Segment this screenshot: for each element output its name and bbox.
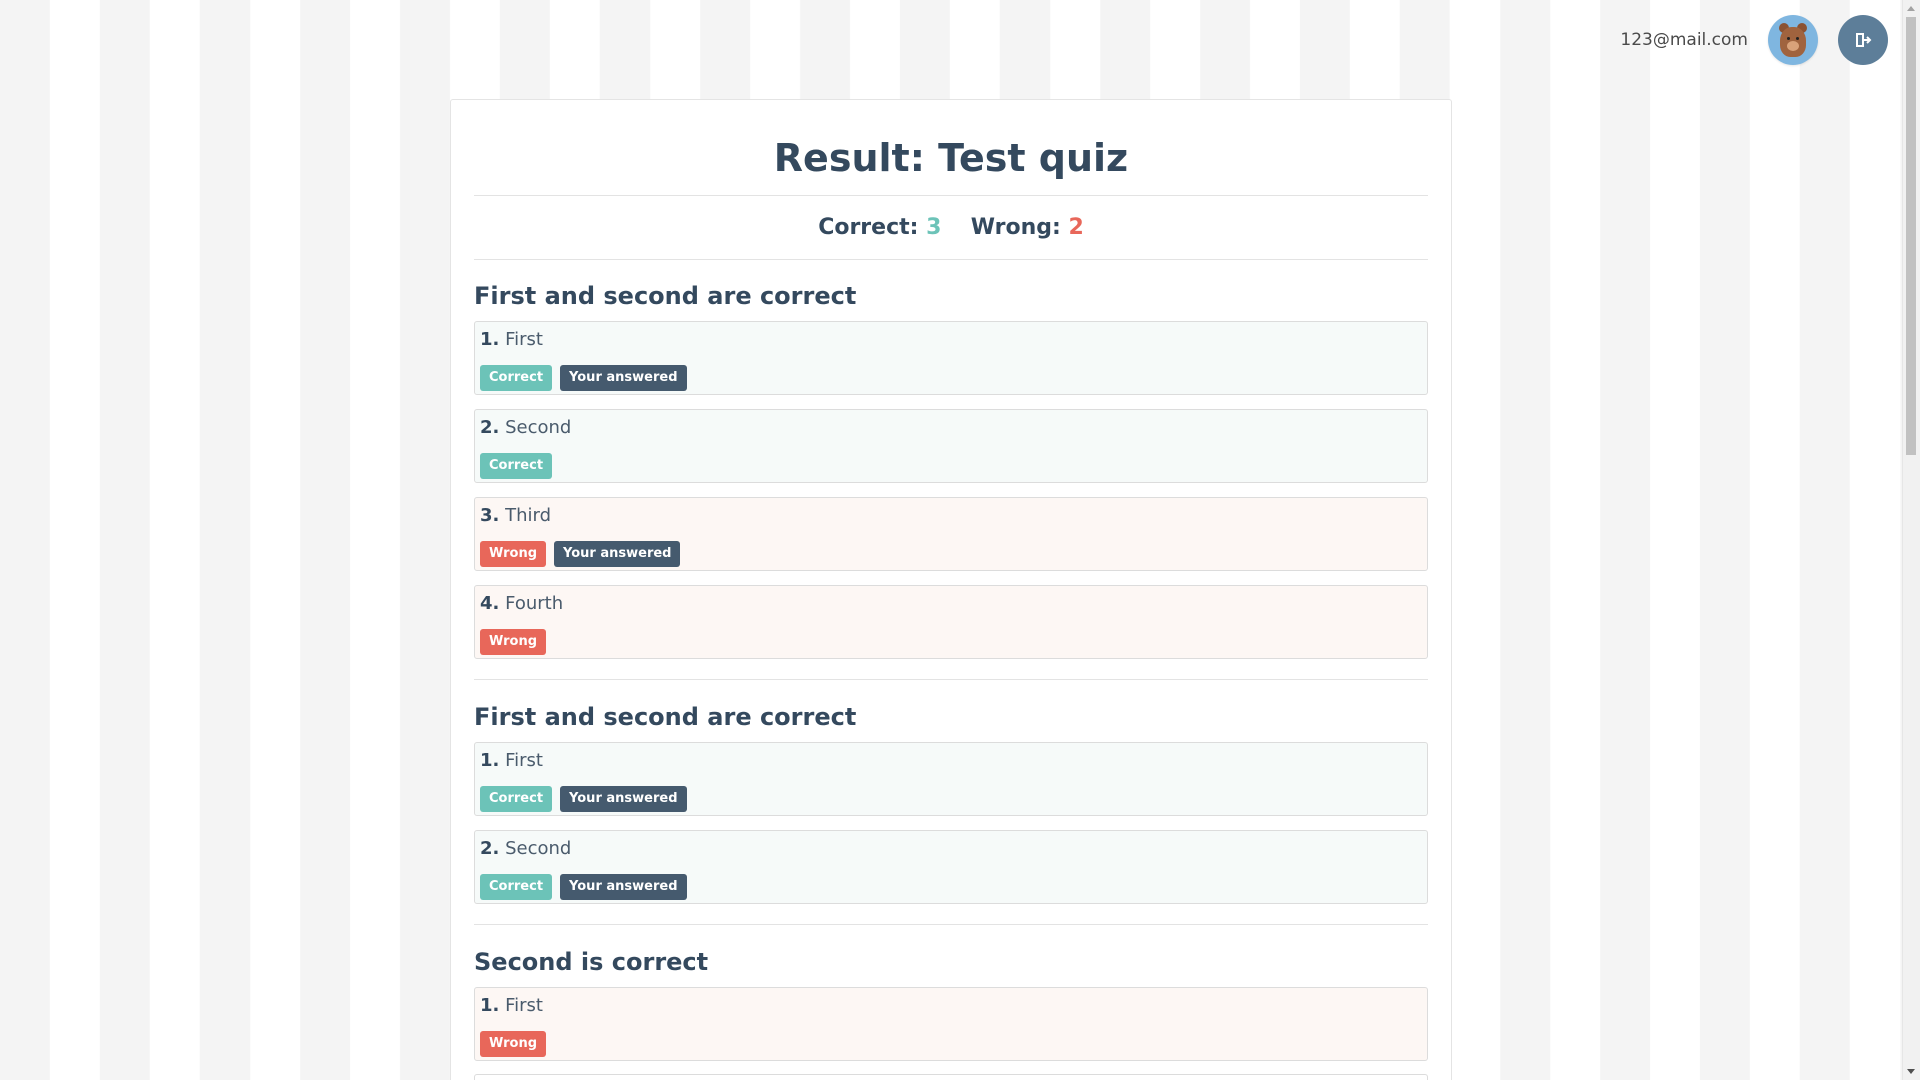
answer-label: Second [505,838,572,859]
answer-item: 1. First Correct Your answered [474,321,1428,395]
answer-label: First [505,995,543,1016]
answer-number: 2. [480,417,500,438]
question-block: First and second are correct 1. First Co… [474,280,1428,659]
question-title: First and second are correct [474,282,857,310]
answer-number: 1. [480,750,500,771]
answer-text: 1. First [480,750,1422,772]
score-summary: Correct: 3 Wrong: 2 [474,196,1428,259]
answer-item: 2. Second Correct [474,409,1428,483]
answer-item: 1. First Correct Your answered [474,742,1428,816]
wrong-badge: Wrong [480,1031,547,1057]
answer-text: 3. Third [480,505,1422,527]
answer-number: 4. [480,593,500,614]
answer-tags: Correct Your answered [480,874,1422,900]
your-answer-badge: Your answered [560,874,687,900]
answer-label: Third [505,505,552,526]
bear-muzzle [1787,41,1799,51]
divider [474,259,1428,260]
answer-label: Fourth [505,593,564,614]
answer-item [474,1074,1428,1080]
answer-text: 2. Second [480,838,1422,860]
your-answer-badge: Your answered [554,541,681,567]
scrollbar-thumb[interactable] [1906,17,1916,455]
answer-number: 2. [480,838,500,859]
question-block: Second is correct 1. First Wrong [474,946,1428,1080]
user-avatar[interactable] [1768,15,1818,65]
logout-button[interactable] [1838,15,1888,65]
your-answer-badge: Your answered [560,365,687,391]
question-title: First and second are correct [474,703,857,731]
correct-count: 3 [926,215,942,240]
your-answer-badge: Your answered [560,786,687,812]
answer-number: 1. [480,329,500,350]
answer-number: 3. [480,505,500,526]
answer-item: 1. First Wrong [474,987,1428,1061]
logout-icon [1856,33,1872,47]
correct-badge: Correct [480,453,553,479]
bear-eye-left [1787,37,1790,40]
answer-item: 3. Third Wrong Your answered [474,497,1428,571]
answer-tags: Wrong [480,629,1422,655]
wrong-label: Wrong: [970,215,1061,240]
answer-item: 4. Fourth Wrong [474,585,1428,659]
answer-label: Second [505,417,572,438]
answer-tags: Wrong Your answered [480,541,1422,567]
answer-text: 1. First [480,329,1422,351]
correct-badge: Correct [480,874,553,900]
answer-text: 4. Fourth [480,593,1422,615]
scroll-down-icon[interactable] [1907,1069,1915,1074]
correct-label: Correct: [818,215,919,240]
answer-label: First [505,750,543,771]
wrong-badge: Wrong [480,541,547,567]
answer-number: 1. [480,995,500,1016]
user-email: 123@mail.com [1620,30,1748,50]
result-card: Result: Test quiz Correct: 3 Wrong: 2 Fi… [450,99,1452,1080]
answer-tags: Correct [480,453,1422,479]
bear-eye-right [1796,37,1799,40]
wrong-badge: Wrong [480,629,547,655]
user-bar: 123@mail.com [1620,15,1888,65]
page-scrollbar[interactable] [1902,0,1920,1080]
page-title: Result: Test quiz [773,136,1129,180]
divider [474,924,1428,925]
answer-text: 2. Second [480,417,1422,439]
answer-tags: Wrong [480,1031,1422,1057]
divider [474,679,1428,680]
answer-text: 1. First [480,995,1422,1017]
scroll-up-icon[interactable] [1907,6,1915,11]
question-title: Second is correct [474,948,709,976]
question-block: First and second are correct 1. First Co… [474,701,1428,904]
answer-label: First [505,329,543,350]
answer-tags: Correct Your answered [480,786,1422,812]
correct-badge: Correct [480,786,553,812]
answer-tags: Correct Your answered [480,365,1422,391]
wrong-count: 2 [1068,215,1084,240]
correct-badge: Correct [480,365,553,391]
answer-item: 2. Second Correct Your answered [474,830,1428,904]
